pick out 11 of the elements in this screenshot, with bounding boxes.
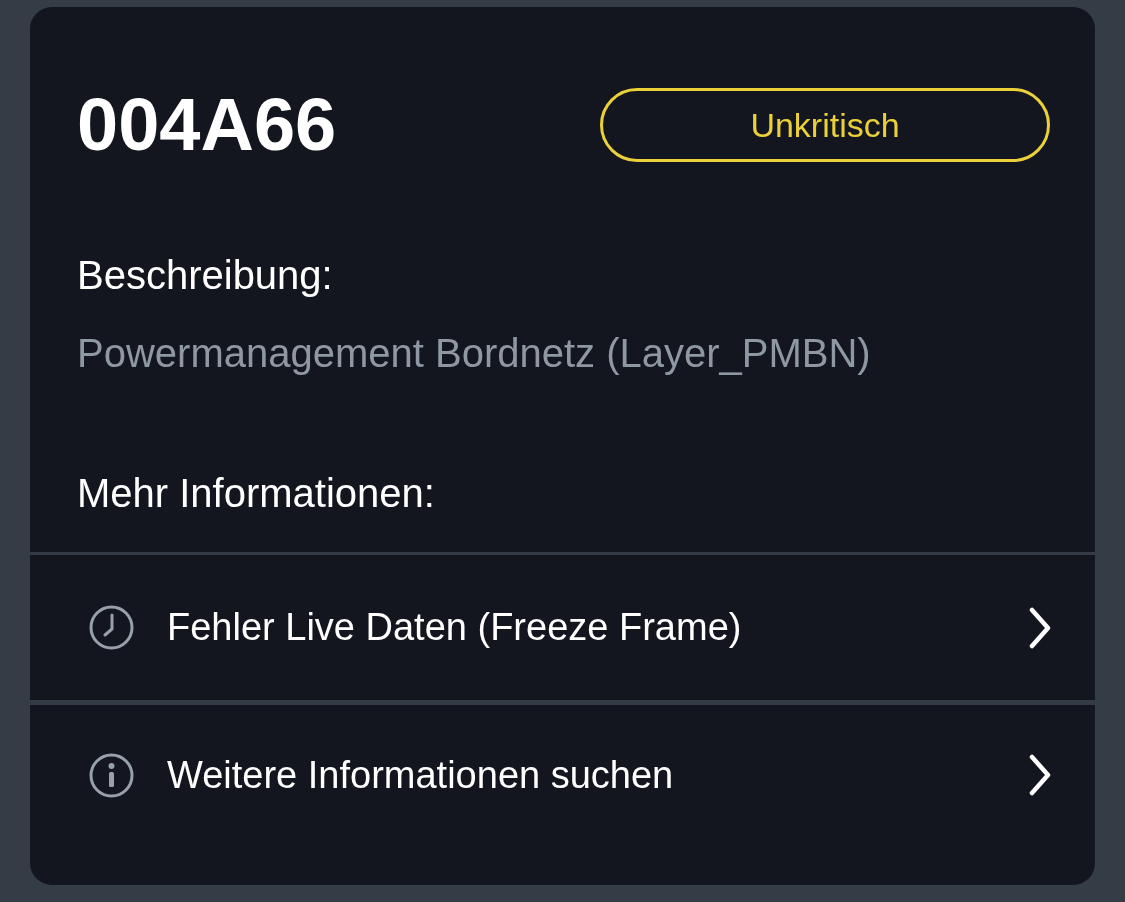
description-label: Beschreibung: xyxy=(76,252,334,299)
description-text: Powermanagement Bordnetz (Layer_PMBN) xyxy=(76,330,872,377)
menu-row[interactable]: Fehler Live Daten (Freeze Frame) xyxy=(30,555,1095,700)
chevron-right-icon xyxy=(1028,606,1052,649)
menu-row[interactable]: Weitere Informationen suchen xyxy=(30,700,1095,845)
info-icon xyxy=(89,752,134,798)
more-info-label: Mehr Informationen: xyxy=(76,470,436,517)
error-code: 004A66 xyxy=(77,88,337,162)
severity-badge: Unkritisch xyxy=(600,88,1050,162)
clock-icon xyxy=(89,605,134,650)
chevron-right-icon xyxy=(1028,754,1052,796)
